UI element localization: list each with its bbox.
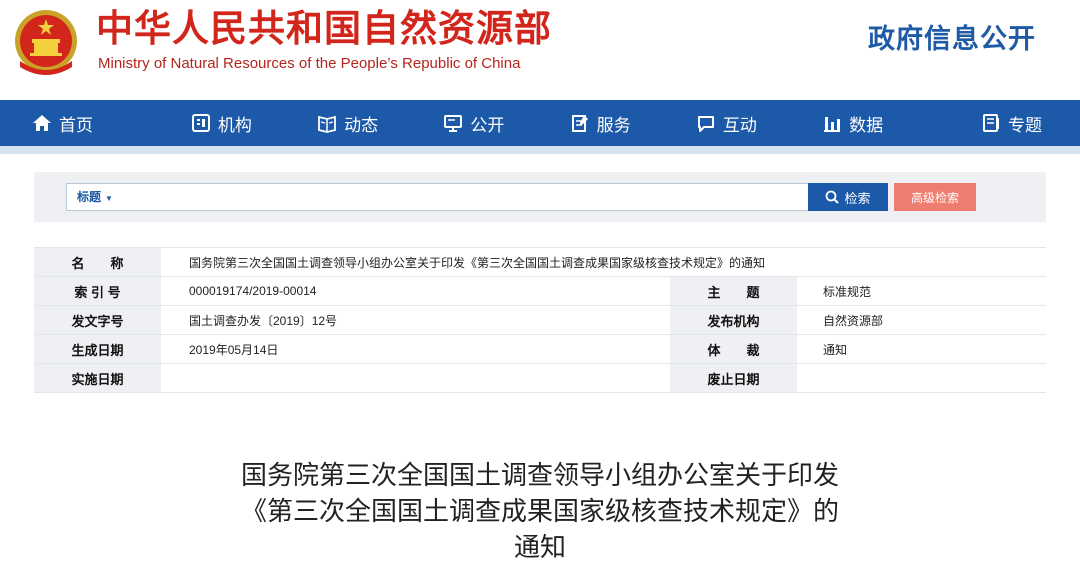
search-field-label: 标题 [77,190,102,204]
article-title-line: 通知 [513,533,566,563]
nav-item-data[interactable]: 数据 [790,100,916,146]
genre-value: 通知 [797,334,1046,364]
nav-item-topic[interactable]: 专题 [916,100,1080,146]
nav-label: 公开 [470,115,505,135]
search-icon [826,190,840,204]
table-row: 名 称 国务院第三次全国国土调查领导小组办公室关于印发《第三次全国国土调查成果国… [34,247,1046,277]
table-row: 发文字号 国土调查办发〔2019〕12号 发布机构 自然资源部 [34,305,1046,335]
doc-no-label: 发文字号 [34,305,161,335]
publisher-value: 自然资源部 [797,305,1046,335]
table-row: 索 引 号 000019174/2019-00014 主 题 标准规范 [34,276,1046,306]
main-nav: 首页 机构 动态 公开 服务 互动 数据 专题 [0,100,1080,146]
search-box: 标题 ▼ [66,183,837,211]
chat-icon [697,116,714,132]
name-value: 国务院第三次全国国土调查领导小组办公室关于印发《第三次全国国土调查成果国家级核查… [161,247,1046,277]
ministry-name-cn[interactable]: 中华人民共和国自然资源部 [96,6,552,52]
abolish-label: 废止日期 [670,363,797,393]
nav-label: 首页 [59,115,93,135]
abolish-value [797,363,1046,393]
search-field-select[interactable]: 标题 ▼ [77,184,113,210]
nav-item-interact[interactable]: 互动 [663,100,789,146]
monitor-icon [444,115,463,132]
created-label: 生成日期 [34,334,161,364]
search-input[interactable] [145,187,825,207]
topic-icon [983,114,999,132]
article-title: 国务院第三次全国国土调查领导小组办公室关于印发 《第三次全国国土调查成果国家级核… [140,458,940,566]
created-value: 2019年05月14日 [161,334,670,364]
search-bar: 标题 ▼ 检索 高级检索 [34,172,1046,222]
nav-label: 机构 [217,115,252,135]
nav-item-news[interactable]: 动态 [285,100,411,146]
document-info-table: 名 称 国务院第三次全国国土调查领导小组办公室关于印发《第三次全国国土调查成果国… [34,247,1046,393]
search-button[interactable]: 检索 [808,183,888,211]
caret-down-icon: ▼ [105,194,113,203]
search-button-label: 检索 [844,190,871,206]
name-label: 名 称 [34,247,161,277]
index-value: 000019174/2019-00014 [161,276,670,306]
table-row: 实施日期 废止日期 [34,363,1046,393]
news-icon [318,115,337,133]
effective-label: 实施日期 [34,363,161,393]
site-header: 中华人民共和国自然资源部 Ministry of Natural Resourc… [0,0,1080,100]
subject-value: 标准规范 [797,276,1046,306]
nav-label: 动态 [344,115,379,135]
subject-label: 主 题 [670,276,797,306]
nav-item-open[interactable]: 公开 [411,100,537,146]
nav-label: 服务 [596,115,631,135]
national-emblem-icon [15,10,77,75]
article-title-line: 《第三次全国国土调查成果国家级核查技术规定》的 [240,497,839,527]
chart-icon [824,117,841,132]
doc-no-value: 国土调查办发〔2019〕12号 [161,305,670,335]
table-row: 生成日期 2019年05月14日 体 裁 通知 [34,334,1046,364]
ministry-name-en: Ministry of Natural Resources of the Peo… [98,55,521,72]
nav-label: 数据 [849,115,884,135]
publisher-label: 发布机构 [670,305,797,335]
nav-item-home[interactable]: 首页 [0,100,158,146]
gov-info-open-title[interactable]: 政府信息公开 [868,17,1036,56]
index-label: 索 引 号 [34,276,161,306]
nav-label: 专题 [1008,115,1042,135]
genre-label: 体 裁 [670,334,797,364]
article-title-line: 国务院第三次全国国土调查领导小组办公室关于印发 [240,461,839,491]
advanced-search-button[interactable]: 高级检索 [894,183,976,211]
nav-item-service[interactable]: 服务 [537,100,663,146]
nav-label: 互动 [722,115,757,135]
org-icon [191,114,210,132]
nav-divider [0,146,1080,154]
home-icon [33,115,51,131]
nav-item-org[interactable]: 机构 [158,100,284,146]
effective-value [161,363,670,393]
service-icon [571,115,588,132]
